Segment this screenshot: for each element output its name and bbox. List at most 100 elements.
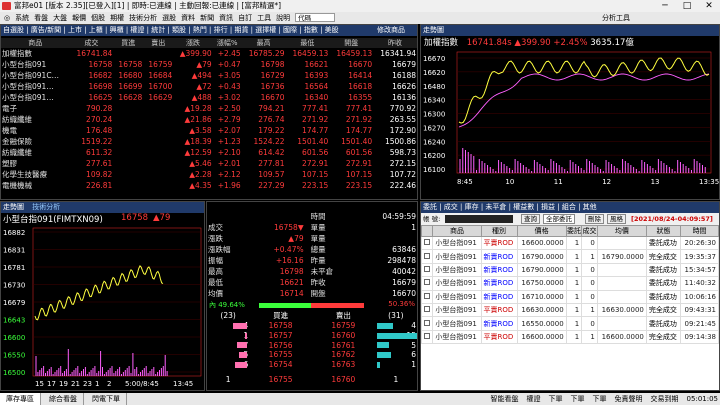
status-item-3[interactable]: 下單 — [571, 393, 585, 405]
orders-col-5[interactable]: 成交 — [581, 225, 598, 237]
menu-item-9[interactable]: 資料 — [181, 12, 195, 24]
order-row[interactable]: 小型台指091 平賣ROD 16600.0000 1 0 委託成功 20:26:30 — [421, 235, 719, 251]
order-checkbox[interactable] — [421, 262, 434, 278]
quote-row[interactable]: 小型台指091… 16625 16628 16629 ▲488 +3.02 16670 163… — [1, 92, 417, 103]
menu-item-13[interactable]: 工具 — [257, 12, 271, 24]
orders-col-0[interactable] — [421, 225, 434, 237]
status-item-1[interactable]: 權證 — [527, 393, 541, 405]
checkbox-box[interactable] — [424, 252, 431, 259]
menu-item-0[interactable]: ◎ — [4, 12, 10, 24]
quote-col-9[interactable]: 昨收 — [373, 38, 417, 48]
menu-item-2[interactable]: 看盤 — [34, 12, 48, 24]
style-button[interactable]: 風格 — [607, 214, 626, 224]
analysis-tools-menu[interactable]: 分析工具 — [602, 12, 630, 24]
checkbox-box[interactable] — [424, 265, 431, 272]
menu-item-8[interactable]: 選股 — [162, 12, 176, 24]
menu-item-10[interactable]: 新聞 — [200, 12, 214, 24]
book-row[interactable]: 5 16755 16762 6 — [207, 350, 417, 360]
order-checkbox[interactable] — [421, 249, 434, 264]
order-checkbox[interactable] — [421, 235, 434, 251]
quote-col-4[interactable]: 漲跌 — [173, 38, 213, 48]
quote-row[interactable]: 小型台指091 16758 16758 16759 ▲79 +0.47 16798 16621… — [1, 59, 417, 70]
order-row[interactable]: 小型台指091 新賣ROD 16790.0000 1 1 16790.0000 完全成交 19… — [421, 249, 719, 264]
quote-col-1[interactable]: 成交 — [69, 38, 114, 48]
status-item-2[interactable]: 下單 — [549, 393, 563, 405]
orders-col-2[interactable]: 種別 — [480, 225, 518, 237]
book-row[interactable]: 1 16757 16760 15 — [207, 331, 417, 341]
quote-col-0[interactable]: 商品 — [1, 38, 70, 48]
maximize-button[interactable]: □ — [676, 0, 698, 12]
quote-col-8[interactable]: 開盤 — [329, 38, 374, 48]
checkbox-box[interactable] — [424, 292, 431, 299]
quote-col-7[interactable]: 最低 — [285, 38, 330, 48]
quote-row[interactable]: 化學生技醫療 109.82 ▲2.28 +2.12 109.57 107.15 107.15… — [1, 169, 417, 180]
book-row[interactable]: 7 16756 16761 5 — [207, 340, 417, 350]
status-item-0[interactable]: 智能看盤 — [491, 393, 519, 405]
code-input[interactable]: 代碼 — [295, 13, 336, 22]
menu-item-7[interactable]: 技術分析 — [129, 12, 157, 24]
order-checkbox[interactable] — [421, 289, 434, 304]
menu-item-14[interactable]: 說明 — [276, 12, 290, 24]
checkbox-box[interactable] — [424, 306, 431, 313]
order-row[interactable]: 小型台指091 新賣ROD 16750.0000 1 0 委託成功 11:40:32 — [421, 276, 719, 291]
checkbox-box[interactable] — [424, 319, 431, 326]
quote-row[interactable]: 機電 176.48 ▲3.58 +2.07 179.22 174.77 174.77 172.… — [1, 125, 417, 136]
orders-col-7[interactable]: 狀態 — [645, 225, 682, 237]
order-row[interactable]: 小型台指091 新賣ROD 16550.0000 1 0 委託成功 09:21:45 — [421, 316, 719, 331]
quote-row[interactable]: 電機機械 226.81 ▲4.35 +1.96 227.29 223.15 223.15 22… — [1, 180, 417, 191]
delete-button[interactable]: 刪除 — [585, 214, 604, 224]
menu-item-3[interactable]: 大盤 — [53, 12, 67, 24]
quote-row[interactable]: 塑膠 277.61 ▲5.46 +2.01 277.81 272.91 272.91 272.… — [1, 158, 417, 169]
minimize-button[interactable]: ─ — [654, 0, 676, 12]
quote-col-5[interactable]: 漲幅% — [212, 38, 242, 48]
orders-col-1[interactable]: 商品 — [432, 225, 482, 237]
order-row[interactable]: 小型台指091 平賣ROD 16630.0000 1 1 16630.0000 完全成交 09… — [421, 302, 719, 318]
status-tab-2[interactable]: 閃電下單 — [86, 393, 127, 405]
quote-row[interactable]: 紡織纖維 611.32 ▲12.59 +2.10 614.42 601.56 601.56 5… — [1, 147, 417, 158]
order-row[interactable]: 小型台指091 新賣ROD 16790.0000 1 0 委託成功 15:34:57 — [421, 262, 719, 278]
menu-item-11[interactable]: 資訊 — [219, 12, 233, 24]
tech-analysis-tab[interactable]: 技術分析 — [32, 203, 60, 211]
checkbox-box[interactable] — [424, 279, 431, 286]
quote-row[interactable]: 小型台指091… 16698 16699 16700 ▲72 +0.43 16736 1656… — [1, 81, 417, 92]
status-tab-0[interactable]: 庫存專區 — [0, 393, 41, 405]
orders-col-6[interactable]: 均價 — [596, 225, 647, 237]
quote-row[interactable]: 小型台指091C… 16682 16680 16684 ▲494 +3.05 16729 16… — [1, 70, 417, 81]
quote-row[interactable]: 電子 790.28 ▲19.28 +2.50 794.21 777.41 777.41 770… — [1, 103, 417, 114]
menu-item-5[interactable]: 個股 — [91, 12, 105, 24]
order-row[interactable]: 小型台指091 平賣ROD 16600.0000 1 1 16600.0000 完全成交 09… — [421, 329, 719, 345]
quote-cell: ▲494 — [191, 71, 212, 80]
book-row[interactable]: 4 16758 16759 4 — [207, 321, 417, 331]
quote-col-2[interactable]: 買進 — [113, 38, 144, 48]
quote-col-6[interactable]: 最高 — [241, 38, 286, 48]
orders-col-3[interactable]: 價格 — [516, 225, 567, 237]
quote-col-3[interactable]: 賣出 — [143, 38, 174, 48]
quote-row[interactable]: 加權指數 16741.84 ▲399.90 +2.45 16785.29 16459.13… — [1, 48, 417, 59]
account-field[interactable] — [445, 215, 513, 223]
checkbox-box[interactable] — [424, 332, 431, 339]
query-button[interactable]: 查詢 — [521, 214, 540, 224]
menu-item-6[interactable]: 期權 — [110, 12, 124, 24]
order-checkbox[interactable] — [421, 316, 434, 331]
orders-col-8[interactable]: 時間 — [680, 225, 719, 237]
order-row[interactable]: 小型台指091 新賣ROD 16710.0000 1 0 委託成功 10:06:16 — [421, 289, 719, 304]
order-checkbox[interactable] — [421, 276, 434, 291]
close-button[interactable]: ✕ — [698, 0, 720, 12]
status-item-5[interactable]: 免責聲明 — [615, 393, 643, 405]
detail-label: 最高 — [208, 267, 223, 276]
status-item-4[interactable]: 下單 — [593, 393, 607, 405]
order-checkbox[interactable] — [421, 302, 434, 318]
menu-item-4[interactable]: 報價 — [72, 12, 86, 24]
checkbox-box[interactable] — [424, 239, 431, 246]
status-item-6[interactable]: 交易到期 — [651, 393, 679, 405]
quote-row[interactable]: 金融保險 1519.22 ▲18.39 +1.23 1524.22 1501.40 1501… — [1, 136, 417, 147]
order-checkbox[interactable] — [421, 329, 434, 345]
menu-item-1[interactable]: 系統 — [15, 12, 29, 24]
orders-col-4[interactable]: 委託 — [565, 225, 583, 237]
status-tab-1[interactable]: 綜合看盤 — [43, 393, 84, 405]
modify-symbol-button[interactable]: 修改商品 — [377, 25, 405, 36]
menu-item-12[interactable]: 自訂 — [238, 12, 252, 24]
quote-row[interactable]: 紡織纖維 270.24 ▲21.86 +2.79 276.74 271.92 271.92 2… — [1, 114, 417, 125]
filter-select[interactable]: 全部委託 — [543, 214, 575, 224]
book-row[interactable]: 6 16754 16763 1 — [207, 360, 417, 370]
